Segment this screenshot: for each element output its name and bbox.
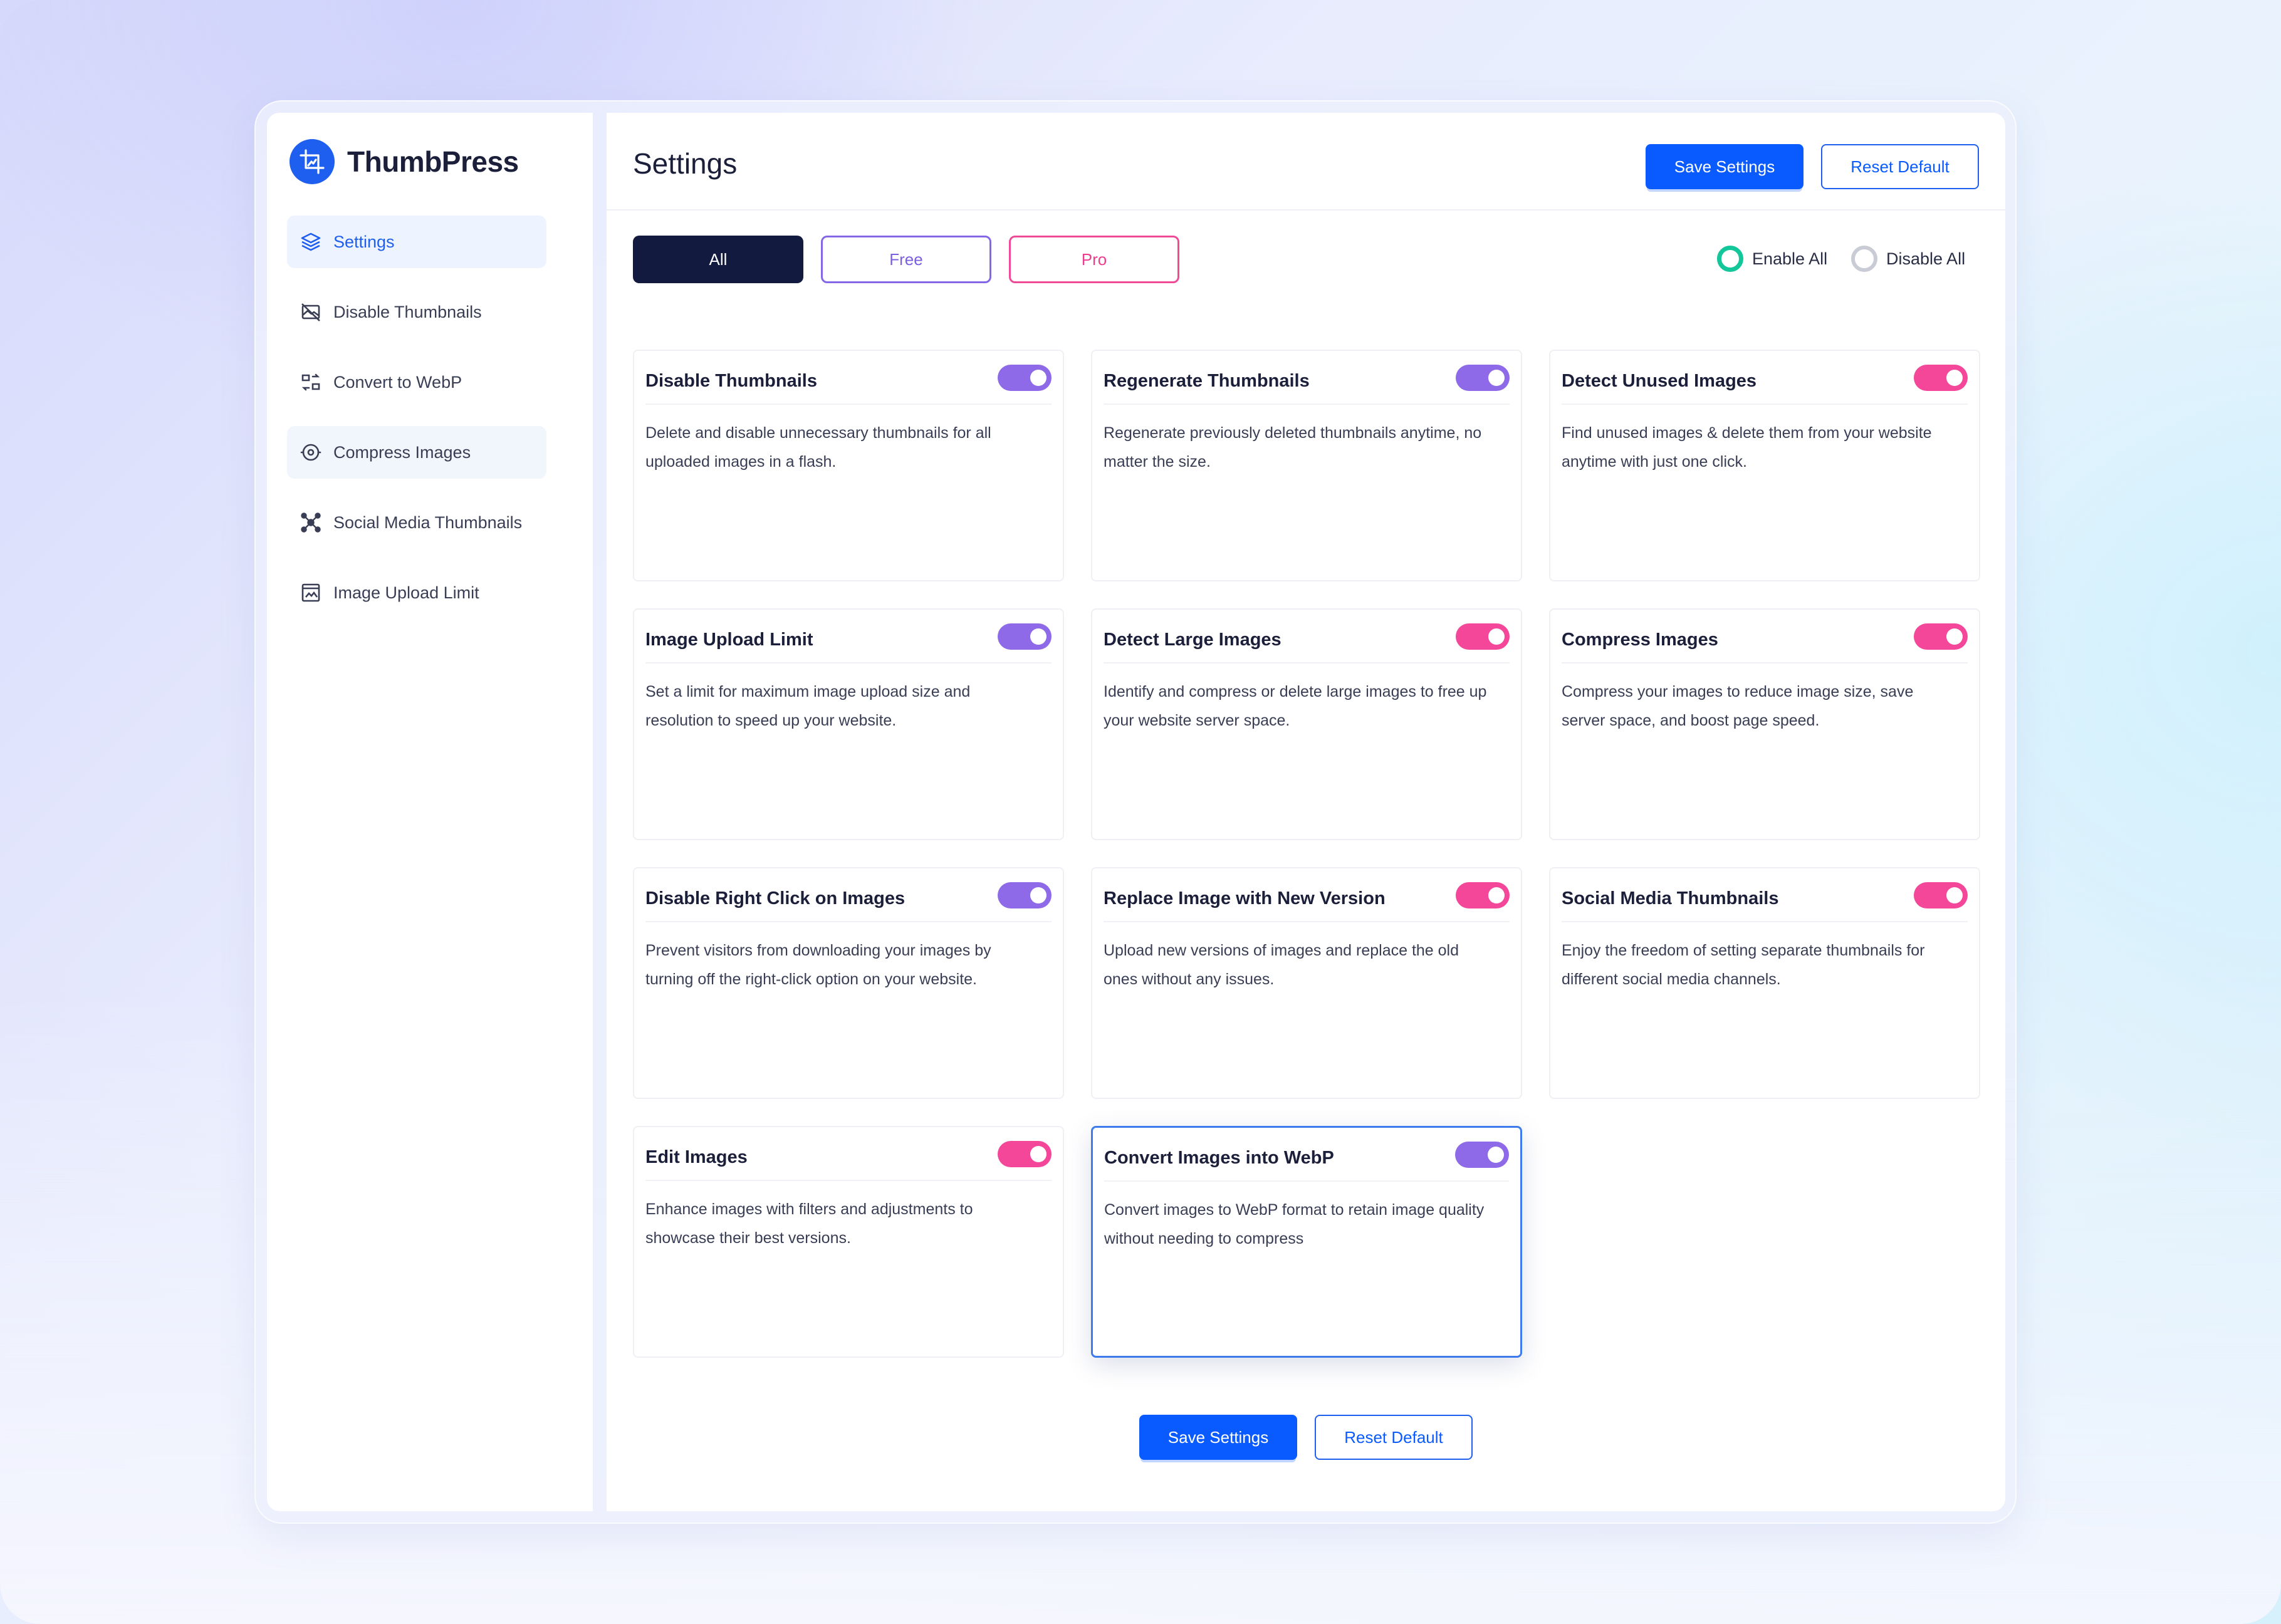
toggle-knob bbox=[1946, 887, 1963, 903]
sidebar-item-label: Compress Images bbox=[333, 442, 471, 462]
module-title: Image Upload Limit bbox=[645, 630, 813, 650]
sidebar-item-label: Settings bbox=[333, 232, 395, 251]
module-description: Find unused images & delete them from yo… bbox=[1562, 424, 1932, 471]
sidebar-item-convert-to-webp[interactable]: Convert to WebP bbox=[287, 356, 546, 409]
module-card-social-media-thumbnails: Social Media Thumbnails Enjoy the freedo… bbox=[1549, 867, 1980, 1099]
enable-all-radio[interactable]: Enable All bbox=[1717, 246, 1827, 272]
disable-all-label: Disable All bbox=[1886, 249, 1966, 268]
save-settings-button[interactable]: Save Settings bbox=[1646, 144, 1803, 189]
upload-limit-icon bbox=[300, 581, 322, 604]
module-title: Detect Unused Images bbox=[1562, 371, 1757, 391]
page-title: Settings bbox=[633, 147, 738, 180]
toggle-knob bbox=[1030, 887, 1047, 903]
sidebar-item-disable-thumbnails[interactable]: Disable Thumbnails bbox=[287, 286, 546, 338]
module-card-convert-images-webp: Convert Images into WebP Convert images … bbox=[1091, 1126, 1522, 1358]
module-description: Regenerate previously deleted thumbnails… bbox=[1104, 424, 1482, 471]
toggle-knob bbox=[1488, 628, 1505, 645]
module-title: Regenerate Thumbnails bbox=[1104, 371, 1310, 391]
module-card-disable-thumbnails: Disable Thumbnails Delete and disable un… bbox=[633, 350, 1064, 581]
sidebar-item-label: Convert to WebP bbox=[333, 372, 462, 392]
app-logo[interactable]: ThumbPress bbox=[290, 139, 519, 184]
module-card-detect-large-images: Detect Large Images Identify and compres… bbox=[1091, 608, 1522, 840]
module-description: Convert images to WebP format to retain … bbox=[1104, 1201, 1485, 1247]
module-title: Compress Images bbox=[1562, 630, 1718, 650]
module-toggle[interactable] bbox=[1456, 623, 1510, 650]
module-card-detect-unused-images: Detect Unused Images Find unused images … bbox=[1549, 350, 1980, 581]
module-card-edit-images: Edit Images Enhance images with filters … bbox=[633, 1126, 1064, 1358]
toggle-knob bbox=[1946, 628, 1963, 645]
module-toggle[interactable] bbox=[998, 882, 1052, 908]
module-toggle[interactable] bbox=[1914, 365, 1968, 391]
toggle-knob bbox=[1488, 1147, 1504, 1163]
sidebar-item-compress-images[interactable]: Compress Images bbox=[287, 426, 546, 479]
module-title: Disable Right Click on Images bbox=[645, 888, 906, 908]
module-card-regenerate-thumbnails: Regenerate Thumbnails Regenerate previou… bbox=[1091, 350, 1522, 581]
crop-logo-icon bbox=[290, 139, 335, 184]
module-card-disable-right-click: Disable Right Click on Images Prevent vi… bbox=[633, 867, 1064, 1099]
toggle-knob bbox=[1030, 1146, 1047, 1162]
module-card-compress-images: Compress Images Compress your images to … bbox=[1549, 608, 1980, 840]
sidebar-item-label: Social Media Thumbnails bbox=[333, 513, 523, 532]
module-card-replace-image: Replace Image with New Version Upload ne… bbox=[1091, 867, 1522, 1099]
app-name: ThumbPress bbox=[347, 145, 519, 178]
module-description: Set a limit for maximum image upload siz… bbox=[645, 683, 971, 729]
enable-all-label: Enable All bbox=[1752, 249, 1828, 268]
toggle-knob bbox=[1946, 370, 1963, 386]
module-description: Delete and disable unnecessary thumbnail… bbox=[645, 424, 991, 471]
module-description: Enhance images with filters and adjustme… bbox=[645, 1200, 973, 1247]
module-title: Detect Large Images bbox=[1104, 630, 1281, 650]
radio-unchecked-icon bbox=[1851, 246, 1877, 272]
toggle-knob bbox=[1488, 887, 1505, 903]
footer-save-settings-button[interactable]: Save Settings bbox=[1139, 1415, 1297, 1460]
sidebar-item-label: Disable Thumbnails bbox=[333, 302, 482, 321]
image-slash-icon bbox=[300, 301, 322, 323]
network-icon bbox=[300, 511, 322, 534]
module-toggle[interactable] bbox=[1456, 882, 1510, 908]
disable-all-radio[interactable]: Disable All bbox=[1851, 246, 1965, 272]
layers-icon bbox=[300, 231, 322, 253]
module-toggle[interactable] bbox=[1456, 365, 1510, 391]
toggle-knob bbox=[1030, 370, 1047, 386]
compress-icon bbox=[300, 441, 322, 464]
sidebar-item-settings[interactable]: Settings bbox=[287, 216, 546, 268]
module-title: Convert Images into WebP bbox=[1104, 1148, 1334, 1168]
module-title: Social Media Thumbnails bbox=[1562, 888, 1779, 908]
filter-tab-pro[interactable]: Pro bbox=[1009, 236, 1179, 283]
sidebar-item-image-upload-limit[interactable]: Image Upload Limit bbox=[287, 566, 546, 619]
convert-icon bbox=[300, 371, 322, 393]
module-toggle[interactable] bbox=[1914, 882, 1968, 908]
filter-tab-free[interactable]: Free bbox=[821, 236, 991, 283]
footer-reset-default-button[interactable]: Reset Default bbox=[1315, 1415, 1473, 1460]
module-toggle[interactable] bbox=[1914, 623, 1968, 650]
module-description: Compress your images to reduce image siz… bbox=[1562, 683, 1914, 729]
module-toggle[interactable] bbox=[1455, 1142, 1509, 1168]
toggle-knob bbox=[1488, 370, 1505, 386]
module-toggle[interactable] bbox=[998, 365, 1052, 391]
radio-checked-icon bbox=[1717, 246, 1743, 272]
filter-tab-all[interactable]: All bbox=[633, 236, 803, 283]
module-description: Prevent visitors from downloading your i… bbox=[645, 942, 991, 988]
toggle-knob bbox=[1030, 628, 1047, 645]
sidebar-nav: Settings Disable Thumbnails Convert to W… bbox=[287, 216, 546, 637]
module-description: Identify and compress or delete large im… bbox=[1104, 683, 1487, 729]
reset-default-button[interactable]: Reset Default bbox=[1821, 144, 1979, 189]
module-description: Upload new versions of images and replac… bbox=[1104, 942, 1459, 988]
module-description: Enjoy the freedom of setting separate th… bbox=[1562, 942, 1925, 988]
module-toggle[interactable] bbox=[998, 1141, 1052, 1167]
module-toggle[interactable] bbox=[998, 623, 1052, 650]
module-card-image-upload-limit: Image Upload Limit Set a limit for maxim… bbox=[633, 608, 1064, 840]
module-title: Replace Image with New Version bbox=[1104, 888, 1386, 908]
sidebar-item-label: Image Upload Limit bbox=[333, 583, 479, 602]
module-title: Edit Images bbox=[645, 1147, 748, 1167]
module-title: Disable Thumbnails bbox=[645, 371, 817, 391]
sidebar-item-social-media-thumbnails[interactable]: Social Media Thumbnails bbox=[287, 496, 546, 549]
